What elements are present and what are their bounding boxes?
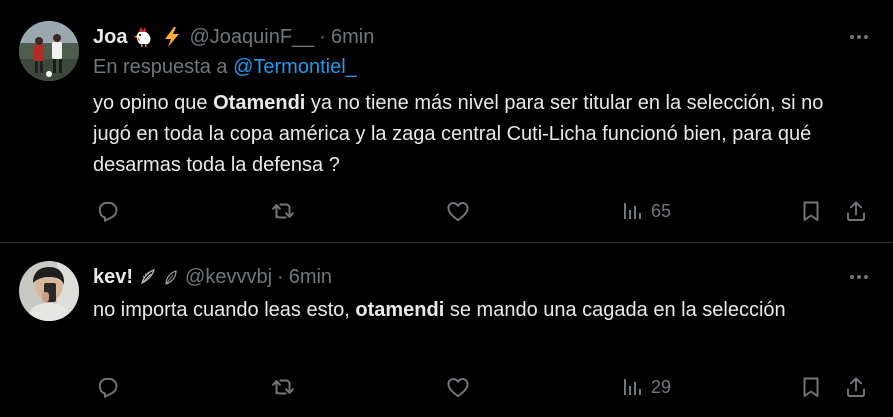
tweet-text-part: yo opino que — [93, 92, 214, 114]
display-name[interactable]: kev! — [93, 266, 133, 289]
retweet-icon — [272, 203, 294, 219]
user-handle[interactable]: @JoaquinF__ — [189, 26, 314, 49]
views-icon — [624, 203, 641, 219]
tweet-header: Joa @JoaquinF__ · 6min — [93, 22, 374, 52]
avatar[interactable] — [19, 261, 79, 321]
retweet-icon — [272, 379, 294, 395]
share-icon — [847, 377, 865, 397]
feather-emoji — [139, 268, 157, 286]
reply-button[interactable] — [95, 196, 121, 226]
action-bar: 65 — [0, 196, 893, 226]
tweet-text: no importa cuando leas esto, otamendi se… — [93, 295, 863, 326]
more-options-icon[interactable] — [847, 25, 871, 49]
tweet-text-part: no importa cuando leas esto, — [93, 299, 356, 321]
reply-mention-link[interactable]: @Termontiel_ — [233, 56, 357, 78]
retweet-button[interactable] — [270, 196, 296, 226]
reply-icon — [98, 201, 118, 222]
timestamp[interactable]: 6min — [331, 26, 374, 49]
share-icon — [847, 201, 865, 221]
retweet-button[interactable] — [270, 372, 296, 402]
bookmark-button[interactable] — [799, 372, 823, 402]
bookmark-icon — [803, 201, 819, 221]
tweet-text-bold: otamendi — [355, 299, 445, 321]
reply-icon — [98, 377, 118, 398]
display-name[interactable]: Joa — [93, 26, 127, 49]
views-button[interactable]: 29 — [621, 372, 671, 402]
lightning-emoji — [161, 26, 183, 48]
more-options-icon[interactable] — [847, 265, 871, 289]
separator-dot: · — [277, 265, 284, 288]
reply-prefix: En respuesta a — [93, 56, 228, 78]
avatar[interactable] — [19, 21, 79, 81]
tweet-text-part: se mando una cagada en la selección — [444, 299, 786, 321]
reply-context: En respuesta a @Termontiel_ — [93, 56, 357, 79]
tweet[interactable]: kev! @kevvvbj · 6min no importa cuando l… — [0, 243, 893, 417]
heart-icon — [447, 378, 469, 398]
like-button[interactable] — [445, 372, 471, 402]
views-icon — [624, 379, 641, 395]
views-count: 29 — [651, 376, 672, 397]
tweet-text: yo opino que Otamendi ya no tiene más ni… — [93, 88, 863, 181]
heart-icon — [447, 202, 469, 222]
tweet-text-bold: Otamendi — [213, 92, 306, 114]
like-button[interactable] — [445, 196, 471, 226]
leaf-emoji — [163, 268, 179, 286]
share-button[interactable] — [844, 196, 868, 226]
bookmark-icon — [803, 377, 819, 397]
timestamp[interactable]: 6min — [289, 266, 332, 289]
share-button[interactable] — [844, 372, 868, 402]
views-button[interactable]: 65 — [621, 196, 671, 226]
reply-button[interactable] — [95, 372, 121, 402]
action-bar: 29 — [0, 372, 893, 402]
user-handle[interactable]: @kevvvbj — [185, 266, 272, 289]
timeline: Joa @JoaquinF__ · 6min En respuesta a @T… — [0, 0, 893, 417]
bookmark-button[interactable] — [799, 196, 823, 226]
tweet-header: kev! @kevvvbj · 6min — [93, 262, 332, 292]
views-count: 65 — [651, 200, 672, 221]
tweet[interactable]: Joa @JoaquinF__ · 6min En respuesta a @T… — [0, 0, 893, 243]
rooster-emoji — [133, 26, 155, 48]
separator-dot: · — [319, 25, 326, 48]
